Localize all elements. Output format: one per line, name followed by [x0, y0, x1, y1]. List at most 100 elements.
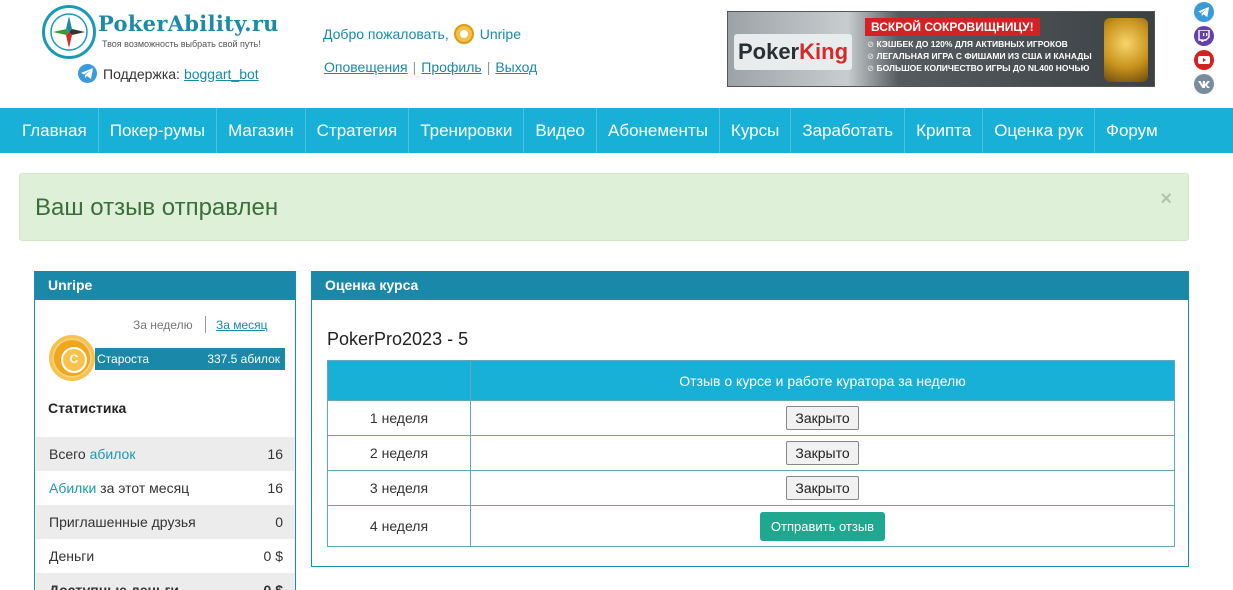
- stat-label: за этот месяц: [96, 480, 190, 496]
- send-review-button[interactable]: Отправить отзыв: [759, 511, 886, 541]
- nav-item-crypto[interactable]: Крипта: [905, 108, 984, 153]
- table-row: 3 неделя Закрыто: [327, 470, 1175, 506]
- period-month[interactable]: За месяц: [216, 318, 268, 332]
- stat-row: Доступные деньги 0 $: [36, 573, 295, 590]
- nav-item-forum[interactable]: Форум: [1095, 108, 1169, 153]
- action-cell: Закрыто: [470, 435, 1175, 471]
- closed-button[interactable]: Закрыто: [786, 476, 859, 500]
- closed-button[interactable]: Закрыто: [786, 441, 859, 465]
- stat-link[interactable]: Абилки: [49, 480, 96, 496]
- support-label: Поддержка:: [103, 65, 180, 82]
- action-cell: Закрыто: [470, 400, 1175, 436]
- banner-line: БОЛЬШОЕ КОЛИЧЕСТВО ИГРЫ ДО NL400 НОЧЬЮ: [867, 62, 1092, 74]
- action-cell: Закрыто: [470, 470, 1175, 506]
- banner-line: ЛЕГАЛЬНАЯ ИГРА С ФИШАМИ ИЗ США И КАНАДЫ: [867, 50, 1091, 62]
- nav-item-courses[interactable]: Курсы: [720, 108, 792, 153]
- user-sidebar: Unripe За неделю За месяц Староста 337.5…: [34, 271, 296, 590]
- stat-row: Деньги 0 $: [36, 539, 295, 573]
- user-rank-coin-icon: [453, 24, 474, 44]
- welcome-text: Добро пожаловать,: [323, 26, 449, 42]
- rank-value: 337.5 абилок: [207, 352, 280, 366]
- stats-list: Всего абилок 16 Абилки за этот месяц 16 …: [36, 437, 295, 590]
- stat-value: 0 $: [263, 582, 283, 590]
- closed-button[interactable]: Закрыто: [786, 406, 859, 430]
- telegram-icon[interactable]: [1194, 2, 1214, 22]
- course-title: PokerPro2023 - 5: [327, 329, 469, 349]
- main-nav: Главная Покер-румы Магазин Стратегия Тре…: [0, 108, 1233, 153]
- rank-coin-icon: [49, 335, 95, 381]
- youtube-icon[interactable]: [1194, 50, 1214, 70]
- action-cell: Отправить отзыв: [470, 505, 1175, 547]
- support-line: Поддержка: boggart_bot: [78, 64, 259, 83]
- rank-bar: Староста 337.5 абилок: [95, 348, 285, 370]
- treasure-chest-icon: [1104, 18, 1148, 82]
- rank-name: Староста: [97, 352, 150, 366]
- banner-brand-b: King: [799, 39, 849, 64]
- stat-value: 16: [267, 446, 283, 462]
- stat-label: Доступные деньги: [49, 582, 180, 590]
- course-review-panel: Оценка курса PokerPro2023 - 5 Отзыв о ку…: [311, 271, 1189, 567]
- profile-link[interactable]: Профиль: [421, 59, 481, 75]
- logo-text: PokerAbility.ru: [98, 11, 279, 36]
- banner-brand: PokerKing: [734, 34, 852, 70]
- pokerking-banner[interactable]: PokerKing ВСКРОЙ СОКРОВИЩНИЦУ! КЭШБЕК ДО…: [727, 11, 1155, 87]
- table-header-week: [327, 360, 471, 401]
- vk-icon[interactable]: [1194, 74, 1214, 94]
- logo-emblem-icon: [42, 5, 96, 59]
- stat-link[interactable]: абилок: [90, 446, 136, 462]
- banner-headline: ВСКРОЙ СОКРОВИЩНИЦУ!: [865, 18, 1040, 36]
- table-row: 1 неделя Закрыто: [327, 400, 1175, 436]
- logo-tagline: Твоя возможность выбрать свой путь!: [102, 39, 261, 49]
- week-cell: 3 неделя: [327, 470, 471, 506]
- table-header-row: Отзыв о курсе и работе куратора за недел…: [327, 360, 1175, 401]
- success-alert: Ваш отзыв отправлен ×: [19, 173, 1189, 241]
- username[interactable]: Unripe: [480, 26, 521, 42]
- welcome-line: Добро пожаловать, Unripe: [323, 24, 521, 44]
- panel-title: Оценка курса: [312, 271, 1188, 300]
- sidebar-title: Unripe: [35, 271, 295, 300]
- logout-link[interactable]: Выход: [495, 59, 537, 75]
- stat-label: Деньги: [49, 548, 95, 564]
- close-icon[interactable]: ×: [1160, 188, 1172, 211]
- stat-value: 0: [275, 514, 283, 530]
- week-cell: 4 неделя: [327, 505, 471, 547]
- table-row: 2 неделя Закрыто: [327, 435, 1175, 471]
- nav-item-trainings[interactable]: Тренировки: [409, 108, 525, 153]
- nav-item-earn[interactable]: Заработать: [791, 108, 906, 153]
- site-logo[interactable]: PokerAbility.ru Твоя возможность выбрать…: [42, 5, 278, 61]
- banner-line: КЭШБЕК ДО 120% ДЛЯ АКТИВНЫХ ИГРОКОВ: [867, 38, 1092, 50]
- nav-item-video[interactable]: Видео: [524, 108, 597, 153]
- period-divider: [205, 316, 206, 333]
- stat-value: 16: [267, 480, 283, 496]
- week-cell: 2 неделя: [327, 435, 471, 471]
- user-links: Оповещения | Профиль | Выход: [324, 59, 538, 75]
- period-week[interactable]: За неделю: [133, 318, 193, 332]
- social-links: [1194, 2, 1214, 98]
- nav-item-strategy[interactable]: Стратегия: [306, 108, 410, 153]
- alert-message: Ваш отзыв отправлен: [35, 194, 279, 221]
- stat-value: 0 $: [263, 548, 283, 564]
- stat-row: Абилки за этот месяц 16: [36, 471, 295, 505]
- week-cell: 1 неделя: [327, 400, 471, 436]
- table-row: 4 неделя Отправить отзыв: [327, 505, 1175, 547]
- site-header: PokerAbility.ru Твоя возможность выбрать…: [0, 0, 1233, 108]
- table-header-review: Отзыв о курсе и работе куратора за недел…: [470, 360, 1175, 401]
- stat-label: Приглашенные друзья: [49, 514, 196, 530]
- nav-item-home[interactable]: Главная: [0, 108, 99, 153]
- stat-label: Всего: [49, 446, 90, 462]
- telegram-icon: [78, 64, 97, 83]
- twitch-icon[interactable]: [1194, 26, 1214, 46]
- review-table: Отзыв о курсе и работе куратора за недел…: [327, 360, 1175, 547]
- nav-item-hand-review[interactable]: Оценка рук: [983, 108, 1096, 153]
- stat-row: Приглашенные друзья 0: [36, 505, 295, 539]
- nav-item-subscriptions[interactable]: Абонементы: [597, 108, 720, 153]
- rank-block: Староста 337.5 абилок: [49, 335, 285, 385]
- stats-title: Статистика: [48, 400, 127, 416]
- banner-brand-a: Poker: [737, 39, 800, 64]
- support-bot-link[interactable]: boggart_bot: [184, 66, 259, 82]
- nav-item-shop[interactable]: Магазин: [217, 108, 306, 153]
- nav-item-poker-rooms[interactable]: Покер-румы: [99, 108, 218, 153]
- notifications-link[interactable]: Оповещения: [324, 59, 408, 75]
- banner-lines: КЭШБЕК ДО 120% ДЛЯ АКТИВНЫХ ИГРОКОВ ЛЕГА…: [867, 38, 1092, 74]
- stat-row: Всего абилок 16: [36, 437, 295, 471]
